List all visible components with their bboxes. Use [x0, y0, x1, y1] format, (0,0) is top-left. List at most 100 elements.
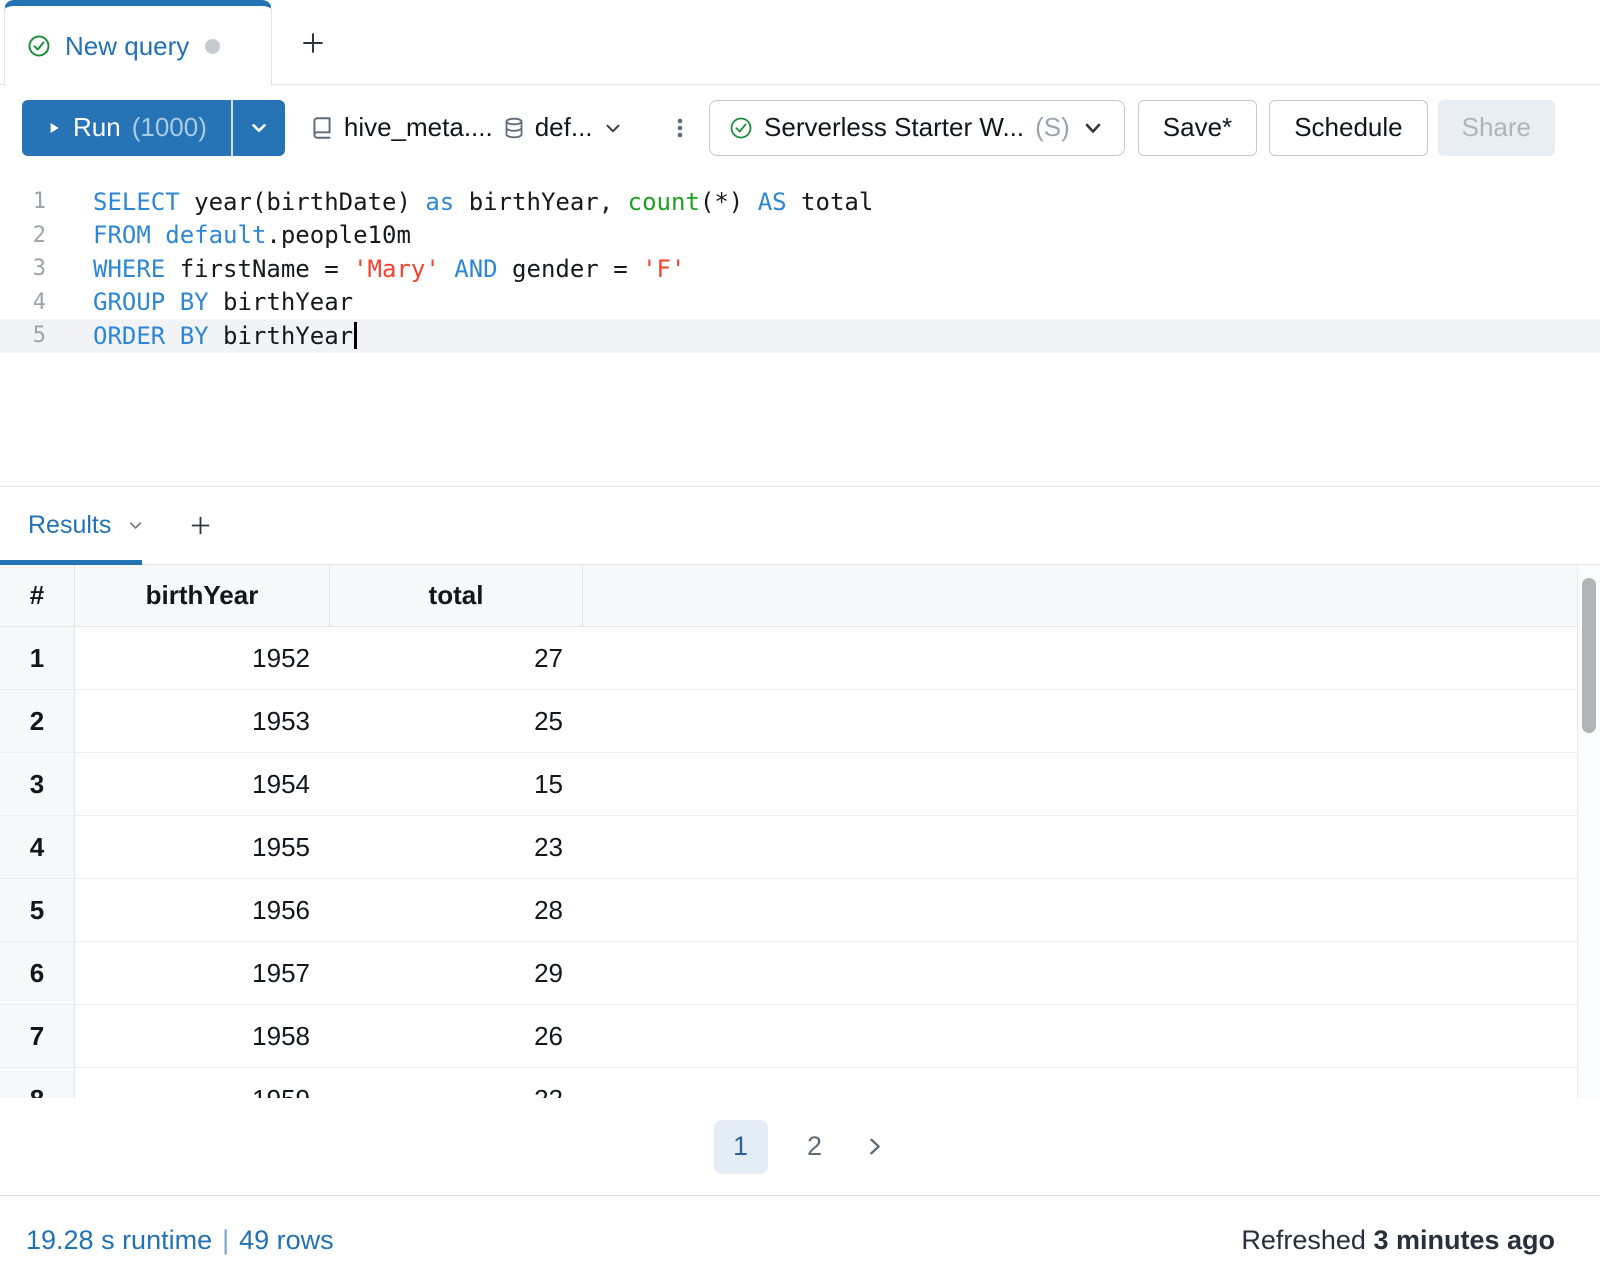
catalog-schema-selector[interactable]: hive_meta.... def... [309, 112, 624, 143]
refreshed-status: Refreshed 3 minutes ago [1241, 1225, 1555, 1256]
cell-filler [583, 942, 1577, 1004]
plus-icon [187, 512, 214, 539]
share-button[interactable]: Share [1438, 100, 1555, 156]
table-rows: 1195227219532531954154195523519562861957… [0, 627, 1577, 1098]
cell-total: 15 [330, 753, 583, 815]
cell-filler [583, 879, 1577, 941]
cell-birthYear: 1954 [75, 753, 330, 815]
refreshed-time: 3 minutes ago [1373, 1225, 1555, 1255]
separator: | [222, 1225, 229, 1255]
code-text: WHERE firstName = 'Mary' AND gender = 'F… [93, 255, 685, 283]
chevron-down-icon [602, 117, 624, 139]
code-lines: 1 SELECT year(birthDate) as birthYear, co… [0, 185, 1600, 353]
cell-birthYear: 1952 [75, 627, 330, 689]
table-row: 7195826 [0, 1005, 1577, 1068]
row-index: 6 [0, 942, 75, 1004]
row-index: 2 [0, 690, 75, 752]
save-button[interactable]: Save* [1138, 100, 1257, 156]
line-number: 5 [0, 323, 46, 348]
line-number: 2 [0, 223, 46, 248]
code-line[interactable]: 3WHERE firstName = 'Mary' AND gender = '… [0, 252, 1600, 286]
table-row: 8195922 [0, 1068, 1577, 1098]
new-tab-button[interactable] [296, 26, 330, 60]
code-line[interactable]: 2 FROM default.people10m [0, 219, 1600, 253]
run-options-button[interactable] [231, 100, 285, 156]
column-header-index[interactable]: # [0, 565, 75, 626]
table-row: 6195729 [0, 942, 1577, 1005]
row-index: 8 [0, 1068, 75, 1098]
chevron-down-icon [1081, 116, 1105, 140]
column-header-filler [583, 565, 1577, 626]
code-text: FROM default.people10m [93, 221, 411, 249]
code-line[interactable]: 5 ORDER BY birthYear [0, 319, 1600, 353]
cell-total: 25 [330, 690, 583, 752]
scrollbar-thumb[interactable] [1582, 578, 1596, 733]
chevron-down-icon [248, 117, 270, 139]
cell-filler [583, 1068, 1577, 1098]
run-button[interactable]: Run (1000) [22, 100, 231, 156]
overflow-menu-button[interactable] [668, 116, 692, 140]
table-header-row: # birthYear total [0, 565, 1577, 627]
schema-name: def... [535, 112, 593, 143]
cell-birthYear: 1955 [75, 816, 330, 878]
warehouse-size: (S) [1035, 112, 1070, 143]
code-text: GROUP BY birthYear [93, 288, 353, 316]
row-count: 49 rows [239, 1225, 334, 1255]
database-icon [502, 116, 526, 140]
run-label: Run [73, 112, 121, 143]
text-cursor [354, 322, 357, 349]
results-table: # birthYear total 1195227219532531954154… [0, 565, 1577, 1098]
runtime-text: 19.28 s runtime [26, 1225, 212, 1255]
book-icon [309, 115, 335, 141]
table-row: 4195523 [0, 816, 1577, 879]
schedule-button[interactable]: Schedule [1269, 100, 1427, 156]
table-row: 5195628 [0, 879, 1577, 942]
page-button-1[interactable]: 1 [714, 1120, 768, 1174]
cell-birthYear: 1958 [75, 1005, 330, 1067]
cell-birthYear: 1956 [75, 879, 330, 941]
code-text: ORDER BY birthYear [93, 322, 357, 350]
unsaved-dot-icon [205, 39, 220, 54]
add-visualization-button[interactable] [187, 512, 214, 539]
results-dropdown-button[interactable] [126, 516, 145, 535]
results-table-viewport: # birthYear total 1195227219532531954154… [0, 565, 1600, 1098]
column-header-total[interactable]: total [330, 565, 583, 626]
run-split-button: Run (1000) [22, 100, 285, 156]
cell-filler [583, 816, 1577, 878]
page-button-2[interactable]: 2 [804, 1131, 826, 1162]
cell-total: 23 [330, 816, 583, 878]
query-tab-bar: New query [0, 0, 1600, 85]
play-icon [46, 120, 62, 136]
warehouse-selector[interactable]: Serverless Starter W... (S) [709, 100, 1125, 156]
cell-birthYear: 1957 [75, 942, 330, 1004]
vertical-scrollbar[interactable] [1577, 565, 1600, 1098]
tab-results[interactable]: Results [28, 511, 111, 540]
tab-new-query[interactable]: New query [4, 0, 272, 86]
cell-total: 27 [330, 627, 583, 689]
code-text: SELECT year(birthDate) as birthYear, cou… [93, 188, 873, 216]
cell-birthYear: 1953 [75, 690, 330, 752]
editor-toolbar: Run (1000) hive_meta.... def... [0, 85, 1600, 170]
run-limit: (1000) [132, 112, 207, 143]
cell-total: 22 [330, 1068, 583, 1098]
schedule-label: Schedule [1294, 112, 1402, 143]
cell-total: 29 [330, 942, 583, 1004]
cell-filler [583, 1005, 1577, 1067]
row-index: 4 [0, 816, 75, 878]
runtime-summary[interactable]: 19.28 s runtime | 49 rows [26, 1225, 334, 1256]
table-row: 1195227 [0, 627, 1577, 690]
next-page-button[interactable] [862, 1134, 887, 1159]
results-tab-bar: Results [0, 487, 1600, 565]
cell-filler [583, 627, 1577, 689]
column-header-birthYear[interactable]: birthYear [75, 565, 330, 626]
line-number: 4 [0, 290, 46, 315]
kebab-vertical-icon [668, 116, 692, 140]
tab-title: New query [65, 31, 189, 62]
sql-editor[interactable]: 1 SELECT year(birthDate) as birthYear, co… [0, 170, 1600, 487]
code-line[interactable]: 1 SELECT year(birthDate) as birthYear, co… [0, 185, 1600, 219]
row-index: 7 [0, 1005, 75, 1067]
row-index: 5 [0, 879, 75, 941]
line-number: 1 [0, 189, 46, 214]
code-line[interactable]: 4 GROUP BY birthYear [0, 286, 1600, 320]
status-footer: 19.28 s runtime | 49 rows Refreshed 3 minu… [0, 1195, 1600, 1284]
